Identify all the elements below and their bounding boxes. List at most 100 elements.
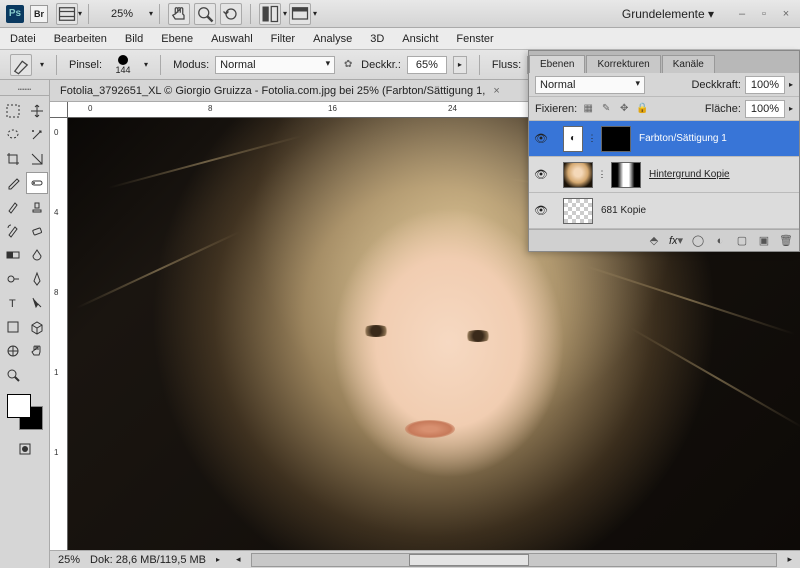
screen-mode-icon[interactable] bbox=[289, 3, 311, 25]
bridge-icon[interactable]: Br bbox=[30, 5, 48, 23]
filmstrip-icon[interactable] bbox=[56, 3, 78, 25]
3d-camera-tool[interactable] bbox=[2, 340, 24, 362]
wand-tool[interactable] bbox=[26, 124, 48, 146]
opacity-stepper[interactable]: ▸ bbox=[453, 56, 467, 74]
lasso-tool[interactable] bbox=[2, 124, 24, 146]
layer-row[interactable]: 👁 ⋮ Hintergrund Kopie bbox=[529, 157, 799, 193]
opacity-input[interactable]: 65% bbox=[407, 56, 447, 74]
visibility-icon[interactable]: 👁 bbox=[533, 203, 549, 219]
fill-label: Fläche: bbox=[705, 103, 741, 115]
hand-tool-icon[interactable] bbox=[168, 3, 190, 25]
blur-tool[interactable] bbox=[26, 244, 48, 266]
blend-mode-select[interactable]: Normal bbox=[215, 56, 335, 74]
layer-name[interactable]: Farbton/Sättigung 1 bbox=[635, 133, 795, 144]
menu-bild[interactable]: Bild bbox=[125, 33, 143, 45]
layer-name[interactable]: 681 Kopie bbox=[597, 205, 795, 216]
zoom-tool[interactable] bbox=[2, 364, 24, 386]
menu-datei[interactable]: Datei bbox=[10, 33, 36, 45]
layer-blend-select[interactable]: Normal bbox=[535, 76, 645, 94]
group-icon[interactable]: ▢ bbox=[735, 234, 749, 248]
opacity-label: Deckkr.: bbox=[361, 59, 401, 71]
brush-tool[interactable] bbox=[2, 196, 24, 218]
layer-row[interactable]: 👁 681 Kopie bbox=[529, 193, 799, 229]
layer-thumb[interactable] bbox=[563, 198, 593, 224]
workspace-switcher[interactable]: Grundelemente ▾ bbox=[608, 5, 728, 23]
layer-opacity-label: Deckkraft: bbox=[691, 79, 741, 91]
menu-filter[interactable]: Filter bbox=[271, 33, 295, 45]
lock-label: Fixieren: bbox=[535, 103, 577, 115]
type-tool[interactable]: T bbox=[2, 292, 24, 314]
crop-tool[interactable] bbox=[2, 148, 24, 170]
layer-mask-icon[interactable]: ◯ bbox=[691, 234, 705, 248]
zoom-tool-icon[interactable] bbox=[194, 3, 216, 25]
color-swatches[interactable] bbox=[7, 394, 43, 430]
close-tab-icon[interactable]: × bbox=[493, 85, 499, 97]
link-icon: ⋮ bbox=[587, 133, 597, 144]
brush-label: Pinsel: bbox=[69, 59, 102, 71]
app-titlebar: Ps Br ▾ 25%▾ ▾ ▾ Grundelemente ▾ – ▫ × bbox=[0, 0, 800, 28]
foreground-color[interactable] bbox=[7, 394, 31, 418]
menu-auswahl[interactable]: Auswahl bbox=[211, 33, 253, 45]
tab-korrekturen[interactable]: Korrekturen bbox=[586, 55, 660, 73]
menu-ansicht[interactable]: Ansicht bbox=[402, 33, 438, 45]
status-zoom[interactable]: 25% bbox=[58, 554, 80, 566]
menu-3d[interactable]: 3D bbox=[370, 33, 384, 45]
close-icon[interactable]: × bbox=[778, 6, 794, 22]
layer-fx-icon[interactable]: fx▾ bbox=[669, 234, 683, 248]
healing-brush-tool[interactable] bbox=[26, 172, 48, 194]
visibility-icon[interactable]: 👁 bbox=[533, 131, 549, 147]
quickmask-icon[interactable] bbox=[14, 438, 36, 460]
rotate-view-icon[interactable] bbox=[220, 3, 242, 25]
palette-grip-icon[interactable]: ┈┈ bbox=[0, 84, 49, 96]
photoshop-icon: Ps bbox=[6, 5, 24, 23]
pen-tool[interactable] bbox=[26, 268, 48, 290]
brush-preview[interactable]: 144 bbox=[108, 53, 138, 77]
layer-opacity-input[interactable]: 100% bbox=[745, 76, 785, 94]
new-layer-icon[interactable]: ▣ bbox=[757, 234, 771, 248]
tab-ebenen[interactable]: Ebenen bbox=[529, 55, 585, 73]
history-brush-tool[interactable] bbox=[2, 220, 24, 242]
adjustment-layer-icon[interactable]: ◐ bbox=[713, 234, 727, 248]
tab-kanaele[interactable]: Kanäle bbox=[662, 55, 715, 73]
eraser-tool[interactable] bbox=[26, 220, 48, 242]
horizontal-scrollbar[interactable] bbox=[251, 553, 778, 567]
mask-thumb[interactable] bbox=[611, 162, 641, 188]
menu-bearbeiten[interactable]: Bearbeiten bbox=[54, 33, 107, 45]
layer-fill-input[interactable]: 100% bbox=[745, 100, 785, 118]
menu-fenster[interactable]: Fenster bbox=[456, 33, 493, 45]
mode-label: Modus: bbox=[173, 59, 209, 71]
layer-row[interactable]: 👁 ◐ ⋮ Farbton/Sättigung 1 bbox=[529, 121, 799, 157]
move-tool[interactable] bbox=[26, 100, 48, 122]
eyedropper-tool[interactable] bbox=[2, 172, 24, 194]
lock-pixels-icon[interactable]: ✎ bbox=[599, 102, 613, 116]
gradient-tool[interactable] bbox=[2, 244, 24, 266]
layer-name[interactable]: Hintergrund Kopie bbox=[645, 169, 795, 180]
mask-thumb[interactable] bbox=[601, 126, 631, 152]
arrange-docs-icon[interactable] bbox=[259, 3, 281, 25]
restore-icon[interactable]: ▫ bbox=[756, 6, 772, 22]
layer-thumb[interactable] bbox=[563, 162, 593, 188]
adjustment-thumb[interactable]: ◐ bbox=[563, 126, 583, 152]
menu-analyse[interactable]: Analyse bbox=[313, 33, 352, 45]
hand-tool[interactable] bbox=[26, 340, 48, 362]
path-select-tool[interactable] bbox=[26, 292, 48, 314]
lock-all-icon[interactable]: 🔒 bbox=[635, 102, 649, 116]
minimize-icon[interactable]: – bbox=[734, 6, 750, 22]
zoom-level[interactable]: 25% bbox=[95, 6, 149, 22]
current-tool-icon[interactable] bbox=[10, 54, 32, 76]
visibility-icon[interactable]: 👁 bbox=[533, 167, 549, 183]
stamp-tool[interactable] bbox=[26, 196, 48, 218]
trash-icon[interactable]: 🗑 bbox=[779, 234, 793, 248]
3d-tool[interactable] bbox=[26, 316, 48, 338]
dodge-tool[interactable] bbox=[2, 268, 24, 290]
link-layers-icon[interactable]: ⬘ bbox=[647, 234, 661, 248]
marquee-tool[interactable] bbox=[2, 100, 24, 122]
flow-label: Fluss: bbox=[492, 59, 521, 71]
lock-position-icon[interactable]: ✥ bbox=[617, 102, 631, 116]
shape-tool[interactable] bbox=[2, 316, 24, 338]
lock-transparent-icon[interactable]: ▦ bbox=[581, 102, 595, 116]
airbrush-icon[interactable]: ✿ bbox=[341, 58, 355, 72]
slice-tool[interactable] bbox=[26, 148, 48, 170]
status-docsize: Dok: 28,6 MB/119,5 MB bbox=[90, 554, 206, 566]
menu-ebene[interactable]: Ebene bbox=[161, 33, 193, 45]
